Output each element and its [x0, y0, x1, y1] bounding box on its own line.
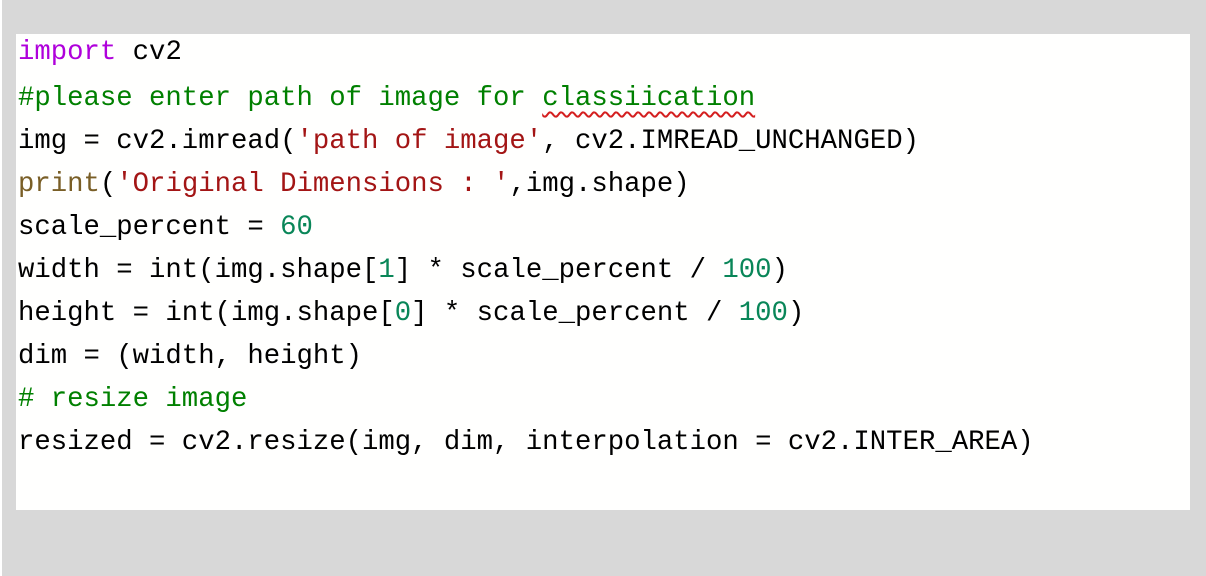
code-line[interactable]: import cv2 [18, 34, 1034, 77]
code-token: cv2 [116, 37, 182, 68]
comment-token: # resize image [18, 384, 248, 415]
code-token: height = int(img.shape[ [18, 298, 395, 329]
code-line[interactable]: print('Original Dimensions : ',img.shape… [18, 163, 1034, 206]
code-token: scale_percent = [18, 212, 281, 243]
code-token: ,img.shape) [509, 169, 690, 200]
code-line[interactable]: width = int(img.shape[1] * scale_percent… [18, 249, 1034, 292]
code-editor[interactable]: import cv2 #please enter path of image fo… [16, 34, 1190, 510]
string-token: 'Original Dimensions : ' [116, 169, 510, 200]
code-line[interactable]: # resize image [18, 378, 1034, 421]
code-token: ) [787, 298, 805, 329]
keyword-token: import [18, 37, 117, 68]
code-token: , cv2.IMREAD_UNCHANGED) [542, 126, 919, 157]
code-block[interactable]: import cv2 #please enter path of image fo… [18, 34, 1034, 464]
misspelled-word: classiication [542, 83, 756, 114]
code-token: dim = (width, height) [18, 341, 362, 372]
code-line[interactable]: #please enter path of image for classiic… [18, 77, 1034, 120]
code-token: ] * scale_percent / [394, 255, 723, 286]
code-line[interactable]: img = cv2.imread('path of image', cv2.IM… [18, 120, 1034, 163]
number-token: 1 [378, 255, 395, 286]
code-line[interactable]: height = int(img.shape[0] * scale_percen… [18, 292, 1034, 335]
code-line[interactable]: resized = cv2.resize(img, dim, interpola… [18, 421, 1034, 464]
code-token: img = cv2.imread( [18, 126, 297, 157]
left-edge-strip [0, 0, 2, 576]
code-line[interactable]: scale_percent = 60 [18, 206, 1034, 249]
number-token: 0 [394, 298, 412, 329]
function-token: print [18, 169, 100, 200]
comment-token: #please enter path of image for [18, 83, 543, 114]
code-token: ( [99, 169, 117, 200]
number-token: 100 [738, 298, 788, 329]
number-token: 100 [722, 255, 772, 286]
code-token: ) [771, 255, 788, 286]
code-line[interactable]: dim = (width, height) [18, 335, 1034, 378]
code-token: width = int(img.shape[ [18, 255, 379, 286]
number-token: 60 [280, 212, 313, 243]
code-token: resized = cv2.resize(img, dim, interpola… [18, 427, 1034, 458]
string-token: 'path of image' [296, 126, 543, 157]
code-token: ] * scale_percent / [411, 298, 739, 329]
